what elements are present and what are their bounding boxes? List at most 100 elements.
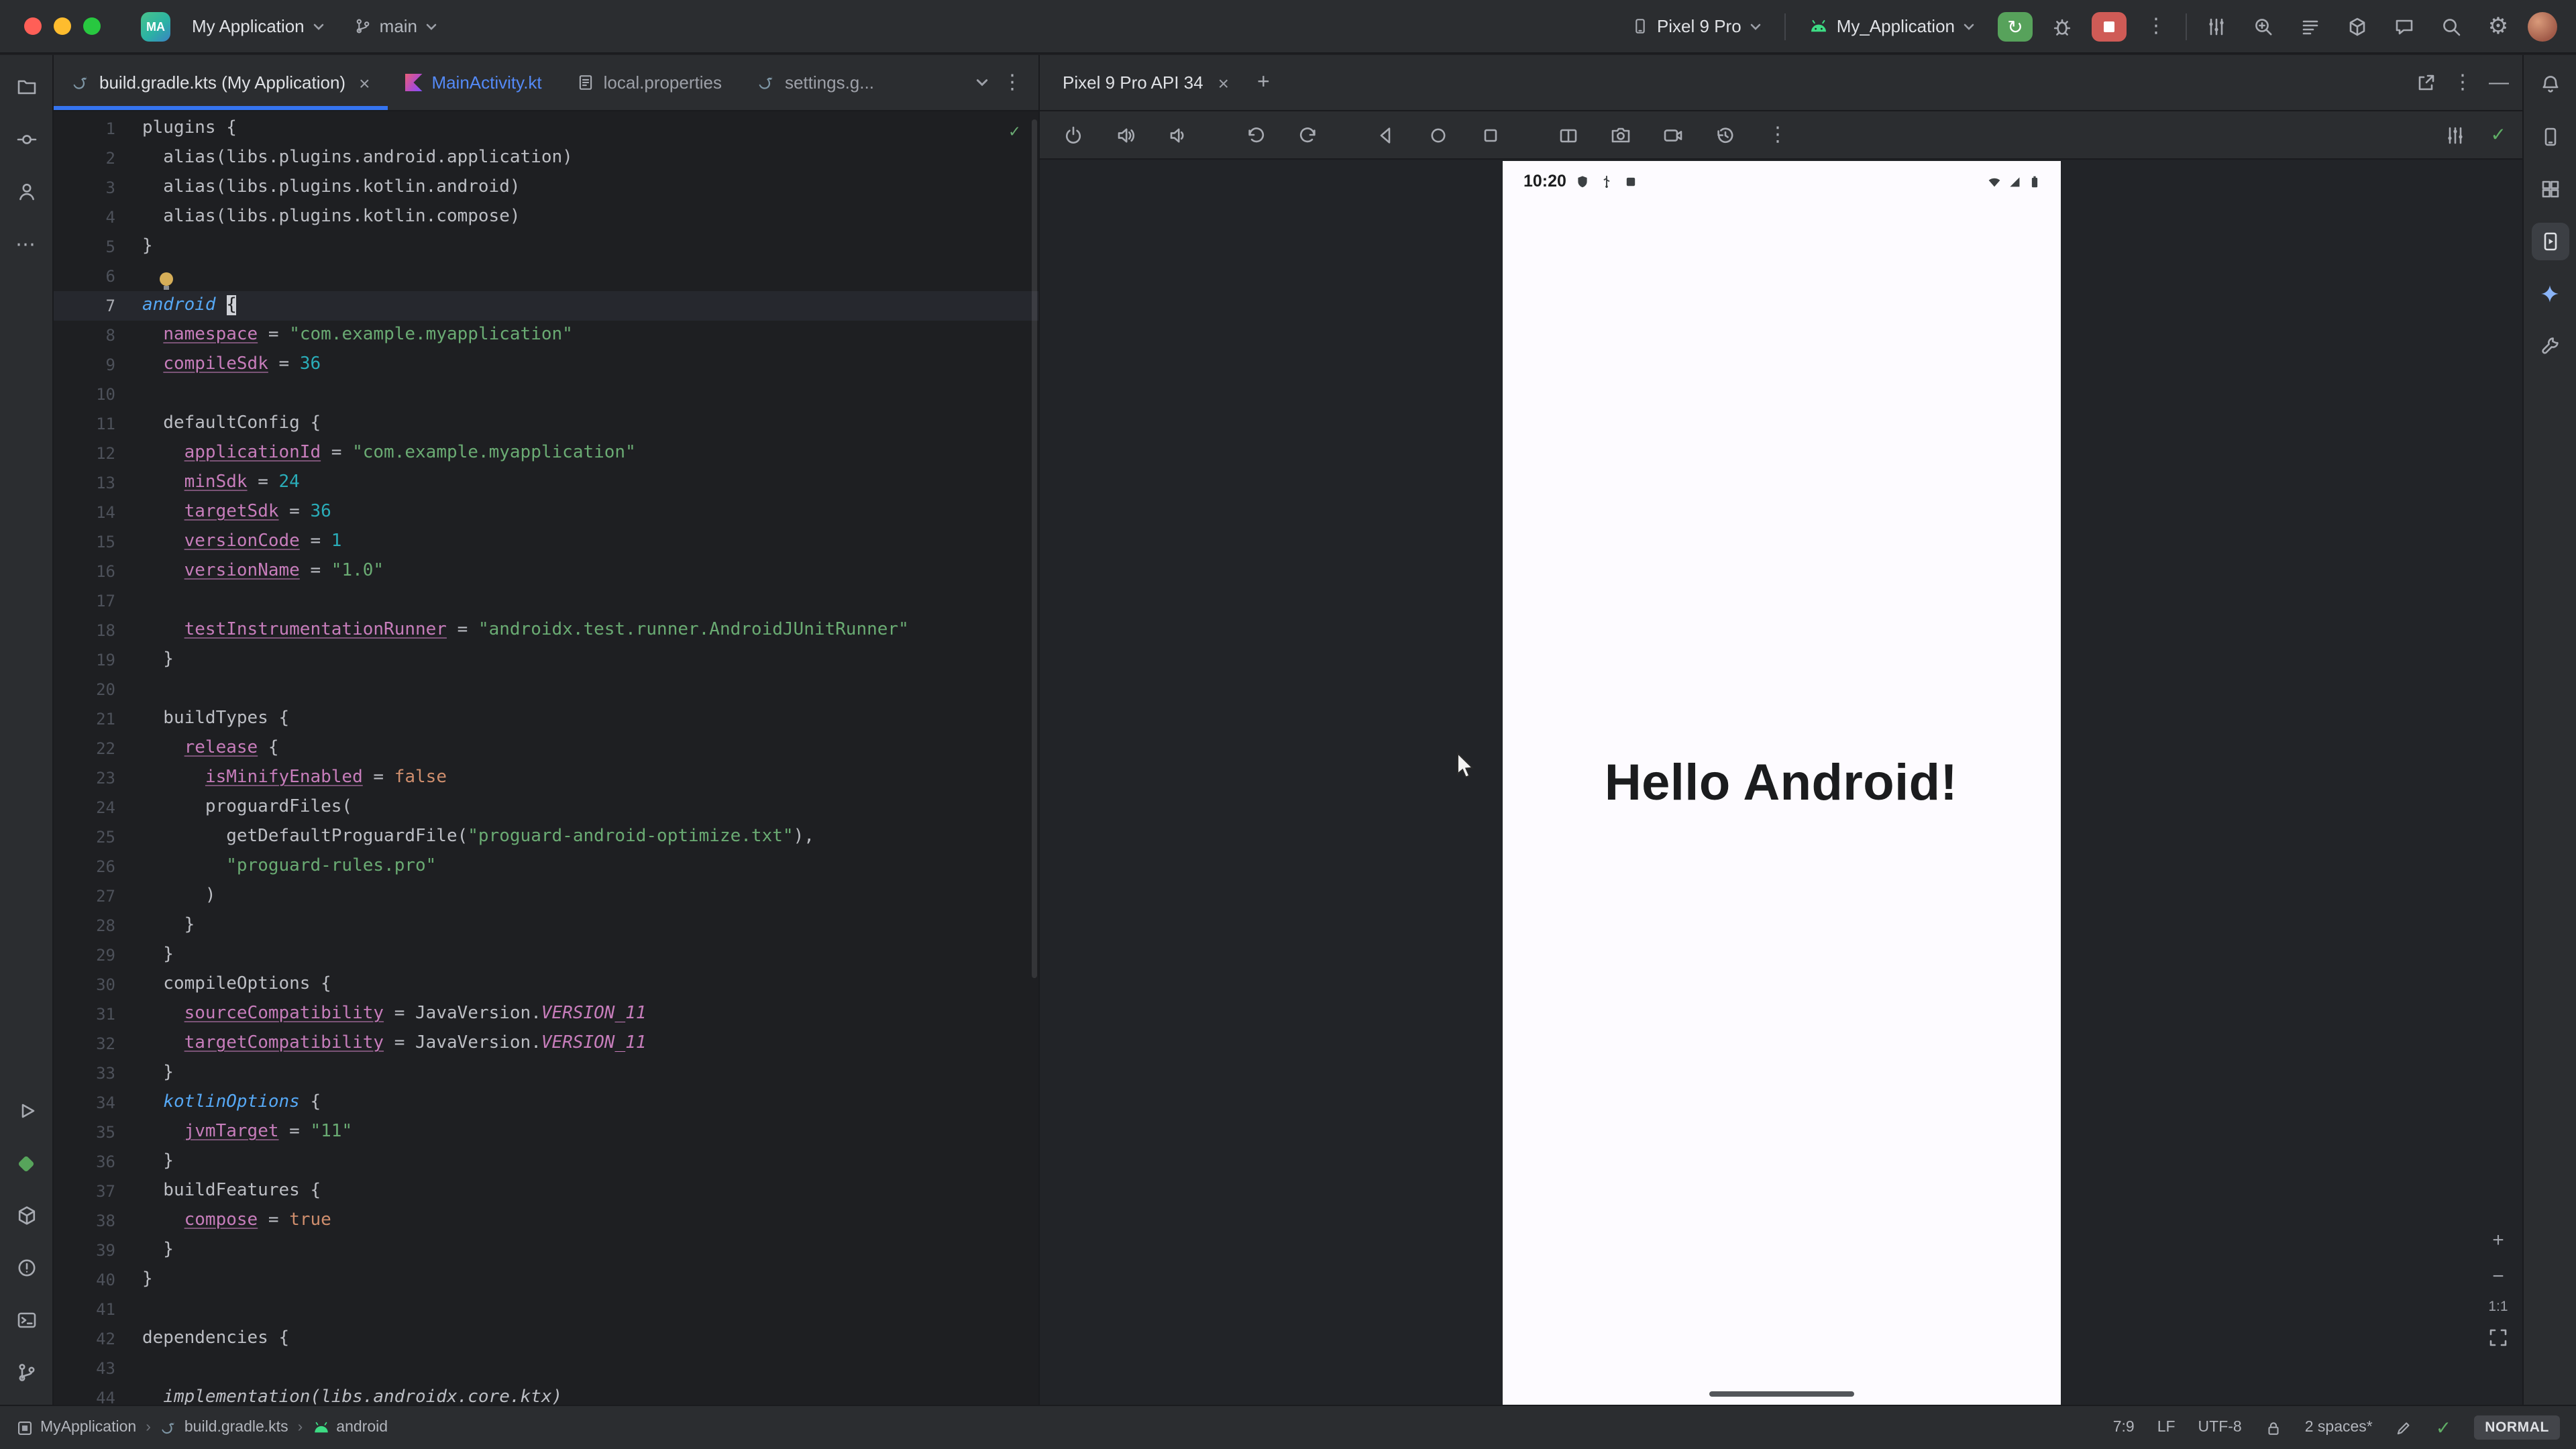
code-line-21[interactable]: 21 buildTypes { bbox=[54, 704, 1038, 734]
running-devices-tool-button[interactable] bbox=[2531, 223, 2569, 260]
status-check-icon[interactable]: ✓ bbox=[2436, 1416, 2451, 1439]
project-tool-button[interactable] bbox=[7, 68, 45, 106]
code-line-1[interactable]: 1plugins { bbox=[54, 114, 1038, 144]
code-line-32[interactable]: 32 targetCompatibility = JavaVersion.VER… bbox=[54, 1029, 1038, 1059]
code-line-5[interactable]: 5} bbox=[54, 232, 1038, 262]
encoding-widget[interactable]: UTF-8 bbox=[2198, 1419, 2242, 1436]
code-line-43[interactable]: 43 bbox=[54, 1354, 1038, 1383]
code-line-22[interactable]: 22 release { bbox=[54, 734, 1038, 763]
code-line-4[interactable]: 4 alias(libs.plugins.kotlin.compose) bbox=[54, 203, 1038, 232]
code-line-39[interactable]: 39 } bbox=[54, 1236, 1038, 1265]
tab-settings-gradle[interactable]: settings.g... bbox=[739, 55, 892, 110]
editor-tab-options-icon[interactable]: ⋮ bbox=[1002, 72, 1022, 93]
power-icon[interactable] bbox=[1056, 119, 1091, 151]
line-separator-widget[interactable]: LF bbox=[2157, 1419, 2176, 1436]
volume-down-icon[interactable] bbox=[1161, 119, 1195, 151]
code-line-8[interactable]: 8 namespace = "com.example.myapplication… bbox=[54, 321, 1038, 350]
pull-requests-tool-button[interactable] bbox=[7, 173, 45, 211]
device-explorer-icon[interactable] bbox=[2340, 10, 2375, 42]
navigation-handle[interactable] bbox=[1709, 1391, 1854, 1397]
code-line-19[interactable]: 19 } bbox=[54, 645, 1038, 675]
code-line-13[interactable]: 13 minSdk = 24 bbox=[54, 468, 1038, 498]
fold-icon[interactable] bbox=[1551, 119, 1586, 151]
code-line-11[interactable]: 11 defaultConfig { bbox=[54, 409, 1038, 439]
code-line-41[interactable]: 41 bbox=[54, 1295, 1038, 1324]
run-configuration-selector[interactable]: My_Application bbox=[1798, 9, 1986, 43]
editor-scrollbar[interactable] bbox=[1032, 119, 1037, 978]
code-line-17[interactable]: 17 bbox=[54, 586, 1038, 616]
code-line-10[interactable]: 10 bbox=[54, 380, 1038, 409]
edit-pencil-icon[interactable] bbox=[2396, 1419, 2413, 1436]
volume-up-icon[interactable] bbox=[1108, 119, 1143, 151]
avatar[interactable] bbox=[2528, 11, 2557, 41]
lock-icon[interactable] bbox=[2265, 1419, 2282, 1436]
settings-button[interactable]: ⚙ bbox=[2481, 10, 2516, 42]
close-window-button[interactable] bbox=[24, 17, 42, 35]
code-line-44[interactable]: 44 implementation(libs.androidx.core.ktx… bbox=[54, 1383, 1038, 1405]
code-line-14[interactable]: 14 targetSdk = 36 bbox=[54, 498, 1038, 527]
code-line-16[interactable]: 16 versionName = "1.0" bbox=[54, 557, 1038, 586]
run-tool-button[interactable] bbox=[7, 1092, 45, 1130]
version-control-tool-button[interactable] bbox=[7, 1354, 45, 1391]
close-device-tab-icon[interactable]: × bbox=[1218, 72, 1229, 93]
problems-tool-button[interactable] bbox=[7, 1249, 45, 1287]
code-line-6[interactable]: 6 bbox=[54, 262, 1038, 291]
code-line-20[interactable]: 20 bbox=[54, 675, 1038, 704]
terminal-tool-button[interactable] bbox=[7, 1301, 45, 1339]
vim-mode-badge[interactable]: NORMAL bbox=[2474, 1415, 2560, 1440]
indent-widget[interactable]: 2 spaces* bbox=[2305, 1419, 2373, 1436]
breadcrumb-file[interactable]: build.gradle.kts bbox=[160, 1419, 288, 1436]
rerun-button[interactable]: ↻ bbox=[1998, 11, 2033, 41]
device-tab[interactable]: Pixel 9 Pro API 34 × bbox=[1045, 55, 1246, 110]
float-window-icon[interactable] bbox=[2415, 72, 2436, 93]
logcat-icon[interactable] bbox=[2293, 10, 2328, 42]
display-settings-icon[interactable] bbox=[2438, 119, 2473, 151]
code-line-29[interactable]: 29 } bbox=[54, 941, 1038, 970]
hide-panel-icon[interactable]: — bbox=[2489, 72, 2509, 93]
notifications-button[interactable] bbox=[2531, 66, 2569, 103]
device-manager-tool-button[interactable] bbox=[2531, 118, 2569, 156]
code-line-31[interactable]: 31 sourceCompatibility = JavaVersion.VER… bbox=[54, 1000, 1038, 1029]
tab-local-properties[interactable]: local.properties bbox=[559, 55, 739, 110]
more-device-actions-icon[interactable]: ⋮ bbox=[1760, 119, 1795, 151]
code-line-28[interactable]: 28 } bbox=[54, 911, 1038, 941]
profiler-icon[interactable] bbox=[2199, 10, 2234, 42]
breadcrumb-module[interactable]: MyApplication bbox=[16, 1419, 136, 1436]
panel-options-icon[interactable]: ⋮ bbox=[2453, 72, 2473, 93]
app-quality-insights-icon[interactable] bbox=[2246, 10, 2281, 42]
build-tool-button[interactable] bbox=[7, 1197, 45, 1234]
zoom-fit-button[interactable] bbox=[2485, 1324, 2512, 1351]
code-line-40[interactable]: 40} bbox=[54, 1265, 1038, 1295]
code-line-15[interactable]: 15 versionCode = 1 bbox=[54, 527, 1038, 557]
code-line-38[interactable]: 38 compose = true bbox=[54, 1206, 1038, 1236]
debug-button[interactable] bbox=[2045, 10, 2080, 42]
assistant-icon[interactable] bbox=[2387, 10, 2422, 42]
back-icon[interactable] bbox=[1368, 119, 1403, 151]
emulator-screen[interactable]: 10:20 Hello Android! bbox=[1502, 161, 2060, 1407]
layout-inspector-tool-button[interactable] bbox=[2531, 170, 2569, 208]
rotate-left-icon[interactable] bbox=[1238, 119, 1273, 151]
home-icon[interactable] bbox=[1421, 119, 1456, 151]
screen-record-icon[interactable] bbox=[1656, 119, 1690, 151]
code-line-3[interactable]: 3 alias(libs.plugins.kotlin.android) bbox=[54, 173, 1038, 203]
snapshots-icon[interactable] bbox=[1708, 119, 1743, 151]
code-editor[interactable]: 1plugins {2 alias(libs.plugins.android.a… bbox=[54, 111, 1038, 1405]
code-line-42[interactable]: 42dependencies { bbox=[54, 1324, 1038, 1354]
code-line-7[interactable]: 7android { bbox=[54, 291, 1038, 321]
close-tab-icon[interactable]: × bbox=[359, 72, 370, 93]
code-line-37[interactable]: 37 buildFeatures { bbox=[54, 1177, 1038, 1206]
code-line-12[interactable]: 12 applicationId = "com.example.myapplic… bbox=[54, 439, 1038, 468]
code-line-27[interactable]: 27 ) bbox=[54, 881, 1038, 911]
zoom-in-button[interactable]: + bbox=[2485, 1226, 2512, 1253]
code-line-36[interactable]: 36 } bbox=[54, 1147, 1038, 1177]
commit-tool-button[interactable] bbox=[7, 121, 45, 158]
code-line-18[interactable]: 18 testInstrumentationRunner = "androidx… bbox=[54, 616, 1038, 645]
hidden-tabs-chevron-icon[interactable] bbox=[975, 78, 989, 87]
code-line-30[interactable]: 30 compileOptions { bbox=[54, 970, 1038, 1000]
project-selector[interactable]: My Application bbox=[181, 9, 335, 43]
code-line-2[interactable]: 2 alias(libs.plugins.android.application… bbox=[54, 144, 1038, 173]
logcat-tool-button[interactable] bbox=[7, 1144, 45, 1182]
tab-build-gradle[interactable]: build.gradle.kts (My Application) × bbox=[54, 55, 387, 110]
inspections-ok-icon[interactable]: ✓ bbox=[1009, 122, 1020, 142]
search-everywhere-button[interactable] bbox=[2434, 10, 2469, 42]
